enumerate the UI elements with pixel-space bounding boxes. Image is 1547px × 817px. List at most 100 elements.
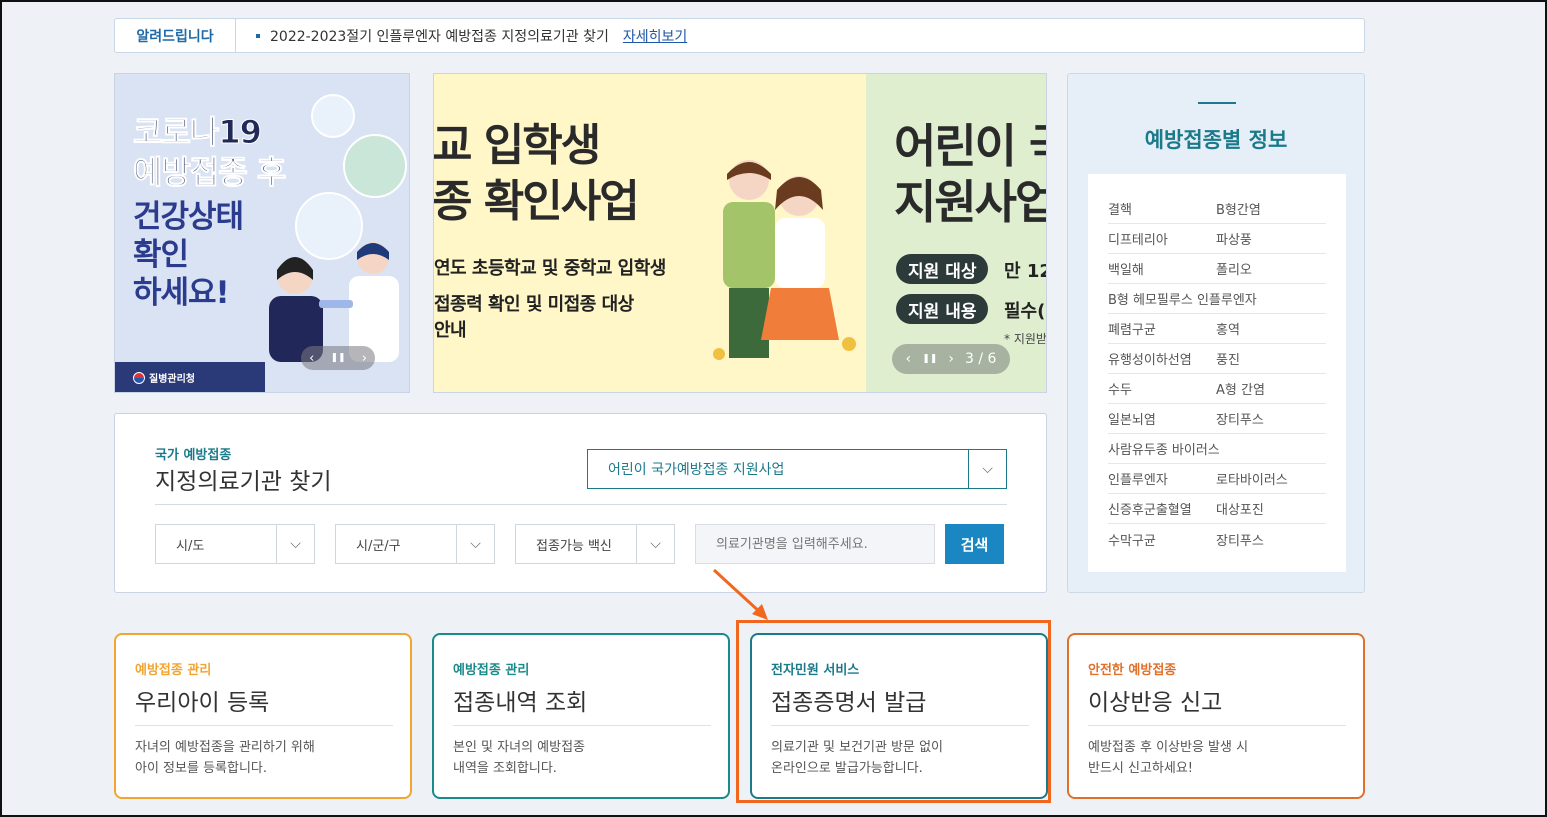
carousel-controls: ‹ ❚❚ › 3 / 6 [892,344,1010,374]
vaccine-link[interactable]: 장티푸스 [1216,530,1264,549]
vaccine-link[interactable]: B형 헤모필루스 인플루엔자 [1108,289,1257,308]
kdca-logo: 질병관리청 [133,370,195,385]
pause-icon[interactable]: ❚❚ [330,353,345,363]
chevron-down-icon[interactable]: ⌵ [276,525,314,563]
vaccine-row: 일본뇌염 장티푸스 [1108,404,1326,434]
vaccine-link[interactable]: 폐렴구균 [1108,319,1216,338]
slide-sub1: 연도 초등학교 및 중학교 입학생 [434,258,666,279]
card-subtitle: 예방접종 관리 [453,663,530,678]
banner1-line3: 건강상태 [133,199,244,235]
card-description-line1: 예방접종 후 이상반응 발생 시 [1088,740,1249,755]
support-content-badge: 지원 내용 [896,294,989,324]
card-description: 본인 및 자녀의 예방접종 내역을 조회합니다. [453,737,585,779]
person-icon [311,94,355,138]
vaccine-link[interactable]: 일본뇌염 [1108,409,1216,428]
vaccine-row: 폐렴구균 홍역 [1108,314,1326,344]
card-subtitle: 예방접종 관리 [135,663,212,678]
banner1-line1: 코로나19 [132,113,262,152]
title-accent [1198,102,1236,104]
vaccine-row: 수막구균 장티푸스 [1108,524,1326,554]
slide-heading: 교 입학생 종 확인사업 [433,118,640,230]
vaccine-link[interactable]: 유행성이하선염 [1108,349,1216,368]
card-description-line2: 반드시 신고하세요! [1088,761,1194,776]
search-subtitle: 국가 예방접종 [155,448,232,463]
banner1-title: 코로나19 예방접종 후 [132,112,286,192]
vaccine-row: B형 헤모필루스 인플루엔자 [1108,284,1326,314]
support-content-value: 필수( [1004,301,1046,322]
search-button[interactable]: 검색 [945,524,1004,564]
vaccine-link[interactable]: 수막구균 [1108,530,1216,549]
notice-tag: 알려드립니다 [115,19,236,52]
sigungu-select-value: 시/군/구 [356,538,401,554]
card-title: 접종내역 조회 [453,690,588,716]
vaccine-row: 사람유두종 바이러스 [1108,434,1326,464]
card-description-line2: 내역을 조회합니다. [453,761,557,776]
divider [155,504,1007,505]
sido-select-value: 시/도 [176,538,205,554]
chevron-down-icon[interactable]: ⌵ [968,450,1006,488]
pause-icon[interactable]: ❚❚ [922,354,937,364]
next-icon[interactable]: › [948,351,954,367]
slide-sub2-line1: 접종력 확인 및 미접종 대상 [434,294,634,315]
vaccine-info-card: 예방접종별 정보 결핵 B형간염 디프테리아 파상풍 백일해 폴리오 B형 헤모필루스 인플… [1067,73,1365,593]
vaccine-link[interactable]: 결핵 [1108,199,1216,218]
vaccine-row: 결핵 B형간염 [1108,194,1326,224]
vaccine-link[interactable]: 폴리오 [1216,259,1252,278]
chevron-down-icon[interactable]: ⌵ [456,525,494,563]
notice-message[interactable]: 2022-2023절기 인플루엔자 예방접종 지정의료기관 찾기 [270,26,609,46]
children-illustration [713,160,856,360]
vaccine-list: 결핵 B형간염 디프테리아 파상풍 백일해 폴리오 B형 헤모필루스 인플루엔자 폐렴구균 홍역… [1088,174,1346,572]
vaccine-select[interactable]: 접종가능 백신 ⌵ [515,524,675,564]
logo-text: 질병관리청 [149,374,195,385]
main-carousel[interactable]: 교 입학생 종 확인사업 연도 초등학교 및 중학교 입학생 접종력 확인 및 … [433,73,1047,393]
clinic-name-input[interactable] [695,524,935,564]
vaccine-link[interactable]: 장티푸스 [1216,409,1264,428]
sigungu-select[interactable]: 시/군/구 ⌵ [335,524,495,564]
card-adverse-report[interactable]: 안전한 예방접종 이상반응 신고 예방접종 후 이상반응 발생 시 반드시 신고… [1067,633,1365,799]
vaccine-link[interactable]: 홍역 [1216,319,1240,338]
card-description-line1: 본인 및 자녀의 예방접종 [453,740,585,755]
vaccine-link[interactable]: 대상포진 [1216,499,1264,518]
vaccine-select-value: 접종가능 백신 [536,538,612,554]
slide-sub2-line2: 안내 [434,320,467,341]
banner1-line5: 하세요! [133,275,230,311]
vaccine-link[interactable]: 신증후군출혈열 [1108,499,1216,518]
slide-counter: 3 / 6 [965,351,997,367]
covid-banner[interactable]: 코로나19 예방접종 후 건강상태 확인 하세요! 질병관리청 ‹ ❚❚ › [114,73,410,393]
thermometer-icon [343,134,407,198]
support-target-value: 만 12 [1004,261,1046,282]
next-icon[interactable]: › [362,351,367,366]
card-description: 예방접종 후 이상반응 발생 시 반드시 신고하세요! [1088,737,1248,779]
chevron-down-icon[interactable]: ⌵ [636,525,674,563]
search-title: 지정의료기관 찾기 [155,469,332,495]
card-description: 자녀의 예방접종을 관리하기 위해 아이 정보를 등록합니다. [135,737,315,779]
vaccine-link[interactable]: 백일해 [1108,259,1216,278]
vaccine-link[interactable]: 사람유두종 바이러스 [1108,439,1220,458]
vaccine-link[interactable]: B형간염 [1216,199,1261,218]
card-vaccination-history[interactable]: 예방접종 관리 접종내역 조회 본인 및 자녀의 예방접종 내역을 조회합니다. [432,633,730,799]
program-select[interactable]: 어린이 국가예방접종 지원사업 ⌵ [587,449,1007,489]
banner1-subtitle: 건강상태 확인 하세요! [133,198,244,312]
vaccine-row: 수두 A형 간염 [1108,374,1326,404]
sido-select[interactable]: 시/도 ⌵ [155,524,315,564]
clinic-search-panel: 국가 예방접종 지정의료기관 찾기 어린이 국가예방접종 지원사업 ⌵ 시/도 … [114,413,1047,593]
slide-heading-line1: 교 입학생 [433,120,601,171]
vaccine-link[interactable]: 풍진 [1216,349,1240,368]
vaccine-link[interactable]: 수두 [1108,379,1216,398]
vaccination-illustration [269,242,399,362]
notice-more-link[interactable]: 자세히보기 [623,26,687,46]
slide2-heading-line2: 지원사업 [894,175,1047,229]
vaccine-row: 인플루엔자 로타바이러스 [1108,464,1326,494]
vaccine-link[interactable]: 인플루엔자 [1108,469,1216,488]
vaccine-link[interactable]: A형 간염 [1216,379,1265,398]
prev-icon[interactable]: ‹ [309,351,314,366]
card-register-child[interactable]: 예방접종 관리 우리아이 등록 자녀의 예방접종을 관리하기 위해 아이 정보를… [114,633,412,799]
prev-icon[interactable]: ‹ [906,351,912,367]
support-target-badge: 지원 대상 [896,254,989,284]
notice-bar: 알려드립니다 2022-2023절기 인플루엔자 예방접종 지정의료기관 찾기 … [114,18,1365,53]
vaccine-link[interactable]: 로타바이러스 [1216,469,1288,488]
slide-heading-line2: 종 확인사업 [433,176,640,227]
vaccine-link[interactable]: 파상풍 [1216,229,1252,248]
vaccine-link[interactable]: 디프테리아 [1108,229,1216,248]
highlight-box [736,620,1051,803]
